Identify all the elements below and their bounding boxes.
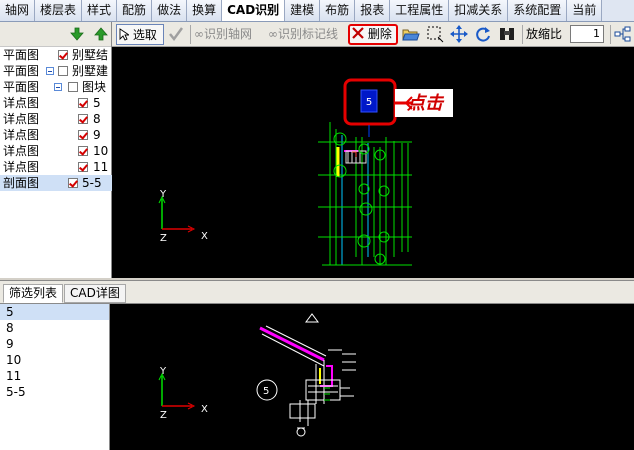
glasses-icon: ∞ (268, 27, 278, 41)
move-up-icon[interactable] (94, 27, 108, 41)
glasses-icon: ∞ (194, 27, 204, 41)
filter-list: 5 8 9 10 11 5-5 (0, 304, 110, 450)
list-item[interactable]: 11 (0, 368, 109, 384)
collapse-icon[interactable] (46, 67, 54, 75)
svg-text:Y: Y (159, 189, 167, 200)
ucs-axis-icon: Y Z X (158, 189, 208, 244)
identify-axis-button[interactable]: ∞识别轴网 (194, 24, 252, 45)
identify-mark-line-button[interactable]: ∞识别标记线 (268, 24, 338, 45)
checkmark-icon[interactable] (168, 26, 184, 47)
tree-item-section-5-5[interactable]: 剖面图 5-5 (0, 175, 112, 191)
tab-cad-detail[interactable]: CAD详图 (64, 284, 126, 303)
svg-text:X: X (201, 231, 208, 242)
tree-checkbox[interactable] (68, 82, 78, 92)
list-item[interactable]: 9 (0, 336, 109, 352)
drawing-tree-panel: 平面图 别墅结 平面图 别墅建 平面图 图块 详点图 5 详点图 8 详点图 9… (0, 22, 112, 278)
tree-item-detail-9[interactable]: 详点图 9 (0, 127, 112, 143)
bottom-tab-strip: 筛选列表 CAD详图 (0, 280, 634, 304)
svg-text:Y: Y (159, 366, 167, 377)
detail-circle-marker[interactable]: 5 (256, 379, 278, 401)
tree-checkbox[interactable] (78, 146, 88, 156)
cursor-icon (119, 28, 131, 41)
tree-item-detail-5[interactable]: 详点图 5 (0, 95, 112, 111)
zoom-ratio-label: 放缩比 (526, 27, 563, 41)
tree-item-detail-11[interactable]: 详点图 11 (0, 159, 112, 175)
menu-tab-axis[interactable]: 轴网 (0, 0, 36, 21)
menu-tab-method[interactable]: 做法 (152, 0, 188, 21)
box-select-icon[interactable] (426, 25, 444, 46)
list-item[interactable]: 5 (0, 304, 109, 320)
wall-section-drawing (318, 122, 412, 266)
cad-detail-drawing: 5 Y Z X (158, 313, 356, 437)
tree-toolbar (0, 22, 111, 47)
ucs-axis-icon: Y Z X (158, 366, 208, 421)
cad-detail-canvas[interactable]: 5 Y Z X (110, 304, 634, 450)
list-item[interactable]: 8 (0, 320, 109, 336)
menu-tab-floor-table[interactable]: 楼层表 (35, 0, 83, 21)
cad-drawing-canvas[interactable]: 5 点击 Y Z X (112, 47, 634, 278)
menu-tab-deduction[interactable]: 扣减关系 (449, 0, 509, 21)
menu-tab-cad-recognize[interactable]: CAD识别 (222, 0, 286, 21)
tree-checkbox[interactable] (78, 162, 88, 172)
zoom-ratio-input[interactable]: 1 (570, 25, 604, 43)
cad-toolbar: 选取 ∞识别轴网 ∞识别标记线 删除 放缩比 1 (112, 22, 634, 47)
list-item[interactable]: 5-5 (0, 384, 109, 400)
delete-button[interactable]: 删除 (348, 24, 398, 45)
pan-move-icon[interactable] (450, 25, 468, 46)
tree-item-plan-blocks[interactable]: 平面图 图块 (0, 79, 112, 95)
menu-tab-project-props[interactable]: 工程属性 (390, 0, 450, 21)
tree-checkbox[interactable] (78, 130, 88, 140)
menu-tab-rebar[interactable]: 配筋 (117, 0, 153, 21)
list-item[interactable]: 10 (0, 352, 109, 368)
binoculars-icon[interactable] (498, 25, 516, 46)
menu-tab-report[interactable]: 报表 (355, 0, 391, 21)
collapse-icon[interactable] (54, 83, 62, 91)
move-down-icon[interactable] (70, 27, 84, 41)
menu-tab-convert[interactable]: 换算 (187, 0, 223, 21)
cad-drawing: 5 点击 Y Z X (158, 78, 453, 266)
app-window: 轴网 楼层表 样式 配筋 做法 换算 CAD识别 建模 布筋 报表 工程属性 扣… (0, 0, 634, 450)
menu-tab-place-rebar[interactable]: 布筋 (320, 0, 356, 21)
svg-text:X: X (201, 404, 208, 415)
menu-tab-system-config[interactable]: 系统配置 (508, 0, 568, 21)
menu-tab-style[interactable]: 样式 (82, 0, 118, 21)
tree-item-plan-architecture[interactable]: 平面图 别墅建 (0, 63, 112, 79)
tree-item-detail-8[interactable]: 详点图 8 (0, 111, 112, 127)
tree-item-detail-10[interactable]: 详点图 10 (0, 143, 112, 159)
svg-text:5: 5 (366, 97, 372, 108)
tree-checkbox[interactable] (78, 114, 88, 124)
tree-checkbox[interactable] (78, 98, 88, 108)
svg-text:Z: Z (160, 410, 167, 421)
menu-bar: 轴网 楼层表 样式 配筋 做法 换算 CAD识别 建模 布筋 报表 工程属性 扣… (0, 0, 634, 22)
select-button[interactable]: 选取 (116, 24, 164, 45)
tree-item-plan-structure[interactable]: 平面图 别墅结 (0, 47, 112, 63)
tree-checkbox[interactable] (58, 50, 68, 60)
menu-tab-modeling[interactable]: 建模 (285, 0, 321, 21)
refresh-icon[interactable] (474, 25, 492, 46)
svg-text:点击: 点击 (406, 93, 445, 114)
tree-checkbox[interactable] (68, 178, 78, 188)
open-folder-icon[interactable] (402, 26, 420, 47)
tree-checkbox[interactable] (58, 66, 68, 76)
delete-x-icon (352, 27, 364, 39)
hierarchy-icon[interactable] (614, 25, 632, 46)
eave-detail-drawing (259, 313, 356, 437)
tab-filter-list[interactable]: 筛选列表 (3, 284, 64, 303)
menu-tab-current[interactable]: 当前 (567, 0, 603, 21)
svg-text:5: 5 (263, 386, 269, 397)
svg-text:Z: Z (160, 233, 167, 244)
